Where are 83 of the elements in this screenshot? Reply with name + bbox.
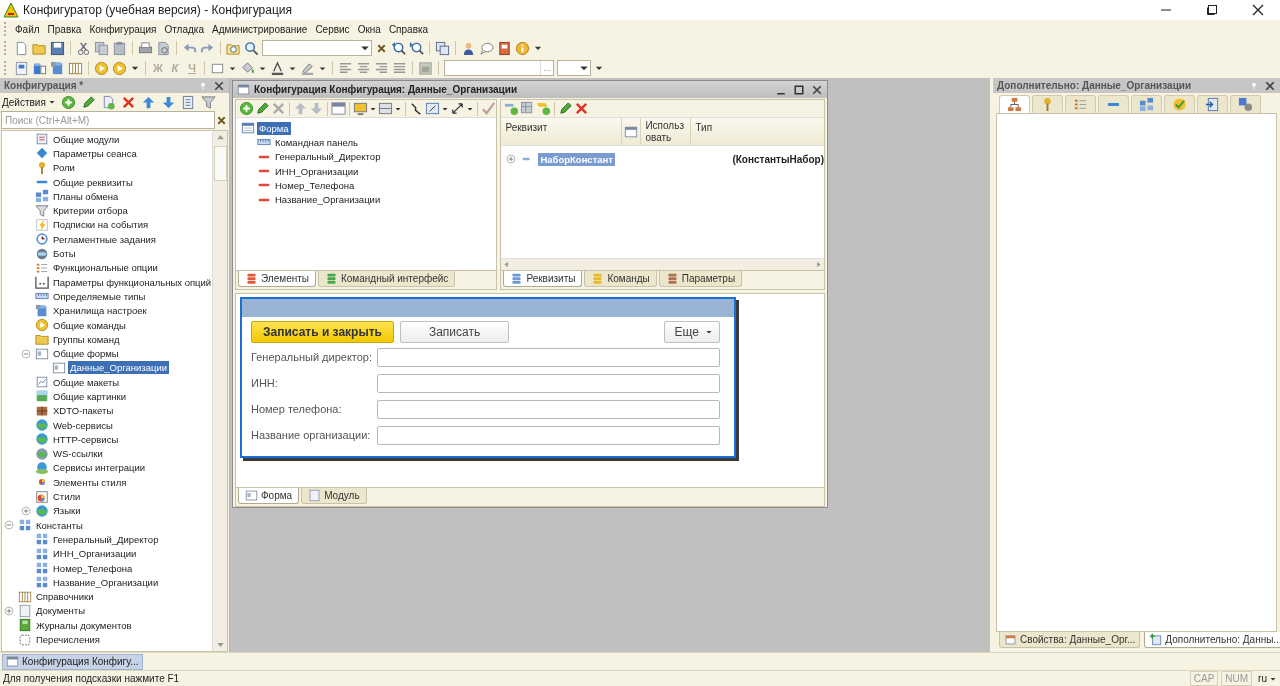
tree-item[interactable]: WS-ссылки: [51, 447, 105, 461]
language-selector[interactable]: ru: [1255, 671, 1280, 686]
tree-item[interactable]: Номер_Телефона: [273, 178, 357, 192]
search-field[interactable]: Поиск (Ctrl+Alt+M): [1, 111, 215, 129]
field-label: ИНН:: [251, 376, 279, 392]
tree-item[interactable]: Номер_Телефона: [51, 561, 135, 575]
tree-item[interactable]: Константы: [34, 518, 85, 532]
tree-item[interactable]: ИНН_Организации: [51, 547, 139, 561]
tree-item[interactable]: Сервисы интеграции: [51, 461, 148, 475]
status-hint: Для получения подсказки нажмите F1: [3, 672, 180, 686]
tree-item[interactable]: Языки: [51, 504, 83, 518]
tree-item[interactable]: XDTO-пакеты: [51, 404, 116, 418]
tree-item[interactable]: Общие макеты: [51, 375, 122, 389]
tree-item[interactable]: Журналы документов: [34, 618, 134, 632]
tree-item[interactable]: Генеральный_Директор: [273, 150, 383, 164]
panel-title: Конфигурация *: [4, 79, 85, 93]
tree-item[interactable]: Планы обмена: [51, 189, 121, 203]
tree-item[interactable]: Данные_Организации: [68, 361, 170, 375]
field-label: Название организации:: [251, 428, 372, 444]
menu-item[interactable]: Администрирование: [208, 20, 312, 38]
tree-item[interactable]: Регламентные задания: [51, 232, 158, 246]
tree-item[interactable]: Хранилища настроек: [51, 304, 149, 318]
tree-item[interactable]: Документы: [34, 604, 87, 618]
tree-item[interactable]: Перечисления: [34, 633, 102, 647]
tree-item[interactable]: Определяемые типы: [51, 289, 148, 303]
tree-item[interactable]: Генеральный_Директор: [51, 532, 161, 546]
status-indicator: CAP: [1189, 671, 1219, 686]
tree-item[interactable]: Элементы стиля: [51, 475, 129, 489]
tree-item[interactable]: Стили: [51, 490, 83, 504]
menu-item[interactable]: Конфигурация: [85, 20, 161, 38]
field-label: Генеральный директор:: [251, 350, 374, 366]
tab[interactable]: Свойства: Данные_Орг...: [999, 632, 1141, 648]
column-header[interactable]: Реквизит: [501, 118, 623, 145]
tab[interactable]: Дополнительно: Данны...: [1144, 632, 1280, 648]
tree-item[interactable]: HTTP-сервисы: [51, 432, 121, 446]
tab[interactable]: Параметры: [658, 271, 743, 287]
more-button[interactable]: Еще: [663, 321, 720, 343]
text-field[interactable]: ...: [444, 60, 554, 76]
tree-item[interactable]: Группы команд: [51, 332, 122, 346]
actions-menu-button[interactable]: Действия: [2, 94, 56, 110]
ellipsis-button[interactable]: ...: [540, 61, 553, 75]
window-title: Конфигуратор (учебная версия) - Конфигурация: [23, 2, 292, 19]
field-label: Номер телефона:: [251, 402, 343, 418]
tree-item[interactable]: Web-сервисы: [51, 418, 115, 432]
tab[interactable]: Форма: [238, 488, 300, 504]
command-button[interactable]: Записать: [399, 321, 510, 343]
tree-item[interactable]: Справочники: [34, 590, 96, 604]
tree-item[interactable]: Общие модули: [51, 132, 122, 146]
menu-item[interactable]: Файл: [11, 20, 44, 38]
tree-item[interactable]: Критерии отбора: [51, 204, 130, 218]
panel-title: Дополнительно: Данные_Организации: [997, 79, 1193, 93]
status-indicator: NUM: [1221, 671, 1253, 686]
tree-item[interactable]: Параметры сеанса: [51, 146, 139, 160]
tree-item[interactable]: Общие реквизиты: [51, 175, 135, 189]
column-header[interactable]: Использовать: [641, 118, 692, 145]
table-cell-text: (КонстантыНабор): [732, 152, 824, 167]
menu-item[interactable]: Справка: [384, 20, 433, 38]
menu-item[interactable]: Правка: [43, 20, 86, 38]
tab[interactable]: Команды: [584, 271, 657, 287]
menu-item[interactable]: Окна: [353, 20, 385, 38]
tree-item[interactable]: Параметры функциональных опций: [51, 275, 212, 289]
tree-item[interactable]: Командная панель: [273, 135, 360, 149]
tree-item[interactable]: Название_Организации: [273, 193, 383, 207]
default-button[interactable]: Записать и закрыть: [251, 321, 394, 343]
menu-item[interactable]: Сервис: [311, 20, 354, 38]
window-title: Конфигурация Конфигурация: Данные_Организации: [254, 83, 518, 97]
tree-item[interactable]: Форма: [257, 121, 291, 135]
column-header[interactable]: Тип: [691, 118, 824, 145]
tab[interactable]: Элементы: [238, 271, 316, 287]
tree-item[interactable]: Название_Организации: [51, 575, 161, 589]
tab[interactable]: Командный интерфейс: [318, 271, 456, 287]
tree-item[interactable]: Подписки на события: [51, 218, 151, 232]
tree-item[interactable]: Функциональные опции: [51, 261, 160, 275]
tab[interactable]: Реквизиты: [503, 271, 583, 287]
taskbar-item[interactable]: Конфигурация Конфигу...: [2, 653, 143, 670]
tree-item[interactable]: ИНН_Организации: [273, 164, 361, 178]
tree-item[interactable]: Общие картинки: [51, 390, 128, 403]
tab[interactable]: Модуль: [301, 488, 367, 504]
tree-item[interactable]: Общие команды: [51, 318, 128, 332]
tree-item[interactable]: Роли: [51, 161, 77, 175]
menu-item[interactable]: Отладка: [160, 20, 208, 38]
tree-item[interactable]: Общие формы: [51, 347, 121, 361]
tree-item[interactable]: Боты: [51, 247, 78, 260]
